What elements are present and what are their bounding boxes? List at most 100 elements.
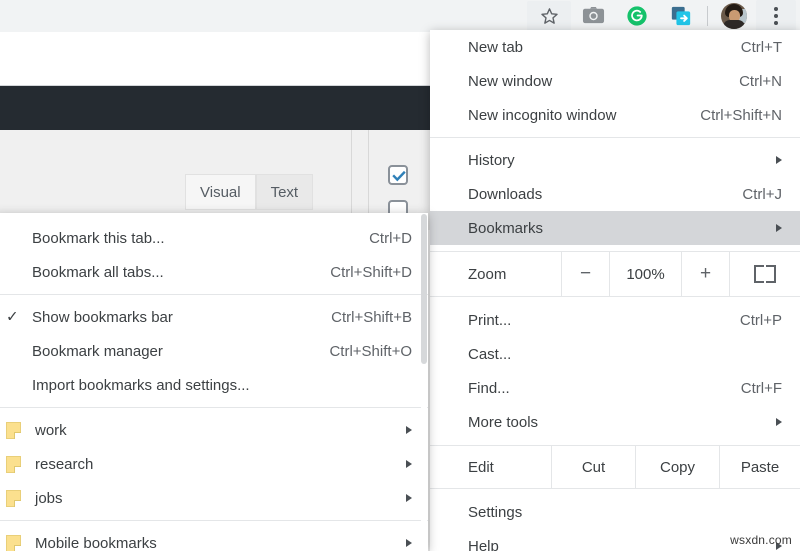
copy-button[interactable]: Copy	[636, 446, 720, 488]
paste-button[interactable]: Paste	[720, 446, 800, 488]
checkmark-icon: ✓	[6, 308, 19, 326]
folder-icon	[6, 455, 21, 473]
folder-icon	[6, 489, 21, 507]
zoom-in-button[interactable]: +	[682, 252, 730, 296]
submenu-scrollbar-thumb[interactable]	[421, 214, 427, 364]
menu-item-bookmarks[interactable]: Bookmarks	[430, 211, 800, 245]
camera-glyph	[582, 6, 604, 24]
camera-icon[interactable]	[571, 1, 615, 31]
menu-item-label: New tab	[468, 38, 524, 56]
menu-separator	[430, 488, 800, 489]
avatar[interactable]	[712, 1, 756, 31]
menu-item-shortcut: Ctrl+J	[742, 185, 782, 203]
menu-item-new-tab[interactable]: New tab Ctrl+T	[430, 30, 800, 64]
menu-item-label: Help	[468, 537, 499, 551]
menu-item-label: Bookmarks	[468, 219, 544, 237]
star-icon[interactable]	[527, 1, 571, 31]
zoom-level-value: 100%	[610, 252, 682, 296]
checkbox-checked[interactable]	[388, 165, 408, 185]
bookmark-all-tabs-item[interactable]: Bookmark all tabs... Ctrl+Shift+D	[0, 255, 428, 289]
grammarly-glyph	[627, 6, 647, 26]
menu-item-new-window[interactable]: New window Ctrl+N	[430, 64, 800, 98]
bookmark-folder-label: Mobile bookmarks	[35, 534, 157, 551]
bookmark-folder-label: research	[35, 455, 94, 473]
bookmark-folder-mobile-bookmarks[interactable]: Mobile bookmarks	[0, 526, 428, 551]
watermark-text: wsxdn.com	[730, 533, 792, 547]
chrome-main-menu: New tab Ctrl+T New window Ctrl+N New inc…	[430, 30, 800, 551]
chevron-right-icon	[406, 426, 412, 434]
menu-separator	[430, 296, 800, 297]
session-buddy-glyph	[671, 6, 691, 26]
fullscreen-button[interactable]	[730, 252, 800, 296]
menu-edit-row: Edit Cut Copy Paste	[430, 446, 800, 488]
menu-item-downloads[interactable]: Downloads Ctrl+J	[430, 177, 800, 211]
bookmark-folder-research[interactable]: research	[0, 447, 428, 481]
menu-item-label: New window	[468, 72, 553, 90]
submenu-scrollbar[interactable]	[421, 214, 427, 550]
submenu-separator	[0, 407, 428, 408]
toolbar-divider	[707, 6, 708, 26]
menu-item-more-tools[interactable]: More tools	[430, 405, 800, 439]
bookmark-folder-label: jobs	[35, 489, 63, 507]
menu-item-shortcut: Ctrl+Shift+N	[700, 106, 782, 124]
zoom-out-button[interactable]: −	[562, 252, 610, 296]
star-glyph	[540, 7, 558, 24]
tab-visual[interactable]: Visual	[185, 174, 256, 210]
show-bookmarks-bar-item[interactable]: ✓ Show bookmarks bar Ctrl+Shift+B	[0, 300, 428, 334]
menu-item-shortcut: Ctrl+T	[740, 38, 782, 56]
kebab-dot-3	[774, 21, 778, 25]
chevron-right-icon	[406, 494, 412, 502]
editor-tab-group: Visual Text	[185, 174, 314, 210]
kebab-dot-1	[774, 7, 778, 11]
tab-text-label: Text	[270, 183, 299, 201]
bookmark-folder-label: work	[35, 421, 67, 439]
menu-item-shortcut: Ctrl+F	[740, 379, 782, 397]
menu-zoom-row: Zoom − 100% +	[430, 252, 800, 296]
menu-item-shortcut: Ctrl+N	[739, 72, 782, 90]
menu-item-cast[interactable]: Cast...	[430, 337, 800, 371]
grammarly-icon[interactable]	[615, 1, 659, 31]
submenu-separator	[0, 294, 428, 295]
menu-item-label: More tools	[468, 413, 539, 431]
menu-item-new-incognito-window[interactable]: New incognito window Ctrl+Shift+N	[430, 98, 800, 132]
avatar-body	[723, 20, 745, 29]
chevron-right-icon	[776, 156, 782, 164]
browser-toolbar-icons	[527, 0, 796, 32]
chevron-right-icon	[406, 460, 412, 468]
bookmark-item-shortcut: Ctrl+Shift+B	[331, 308, 412, 326]
bookmark-item-label: Import bookmarks and settings...	[32, 376, 250, 394]
fullscreen-icon	[754, 265, 776, 283]
menu-separator	[430, 137, 800, 138]
menu-item-print[interactable]: Print... Ctrl+P	[430, 303, 800, 337]
menu-item-history[interactable]: History	[430, 143, 800, 177]
session-buddy-icon[interactable]	[659, 1, 703, 31]
chrome-menu-button[interactable]	[756, 0, 796, 32]
menu-item-label: Downloads	[468, 185, 543, 203]
tab-visual-label: Visual	[200, 183, 241, 201]
tab-text[interactable]: Text	[255, 174, 314, 210]
menu-item-label: Cast...	[468, 345, 512, 363]
zoom-label: Zoom	[430, 252, 562, 296]
bookmark-manager-item[interactable]: Bookmark manager Ctrl+Shift+O	[0, 334, 428, 368]
import-bookmarks-item[interactable]: Import bookmarks and settings...	[0, 368, 428, 402]
cut-button[interactable]: Cut	[552, 446, 636, 488]
menu-item-settings[interactable]: Settings	[430, 495, 800, 529]
bookmark-item-label: Bookmark manager	[32, 342, 163, 360]
avatar-image	[721, 3, 747, 29]
menu-item-label: History	[468, 151, 515, 169]
menu-item-label: Find...	[468, 379, 510, 397]
bookmark-folder-jobs[interactable]: jobs	[0, 481, 428, 515]
menu-item-shortcut: Ctrl+P	[739, 311, 782, 329]
kebab-dot-2	[774, 14, 778, 18]
bookmarks-submenu: Bookmark this tab... Ctrl+D Bookmark all…	[0, 213, 428, 551]
bookmark-folder-work[interactable]: work	[0, 413, 428, 447]
bookmark-item-label: Bookmark all tabs...	[32, 263, 164, 281]
submenu-separator	[0, 520, 428, 521]
chevron-right-icon	[776, 224, 782, 232]
menu-item-label: Settings	[468, 503, 523, 521]
menu-item-find[interactable]: Find... Ctrl+F	[430, 371, 800, 405]
chevron-right-icon	[776, 418, 782, 426]
bookmark-item-label: Bookmark this tab...	[32, 229, 165, 247]
bookmark-this-tab-item[interactable]: Bookmark this tab... Ctrl+D	[0, 221, 428, 255]
chevron-right-icon	[406, 539, 412, 547]
